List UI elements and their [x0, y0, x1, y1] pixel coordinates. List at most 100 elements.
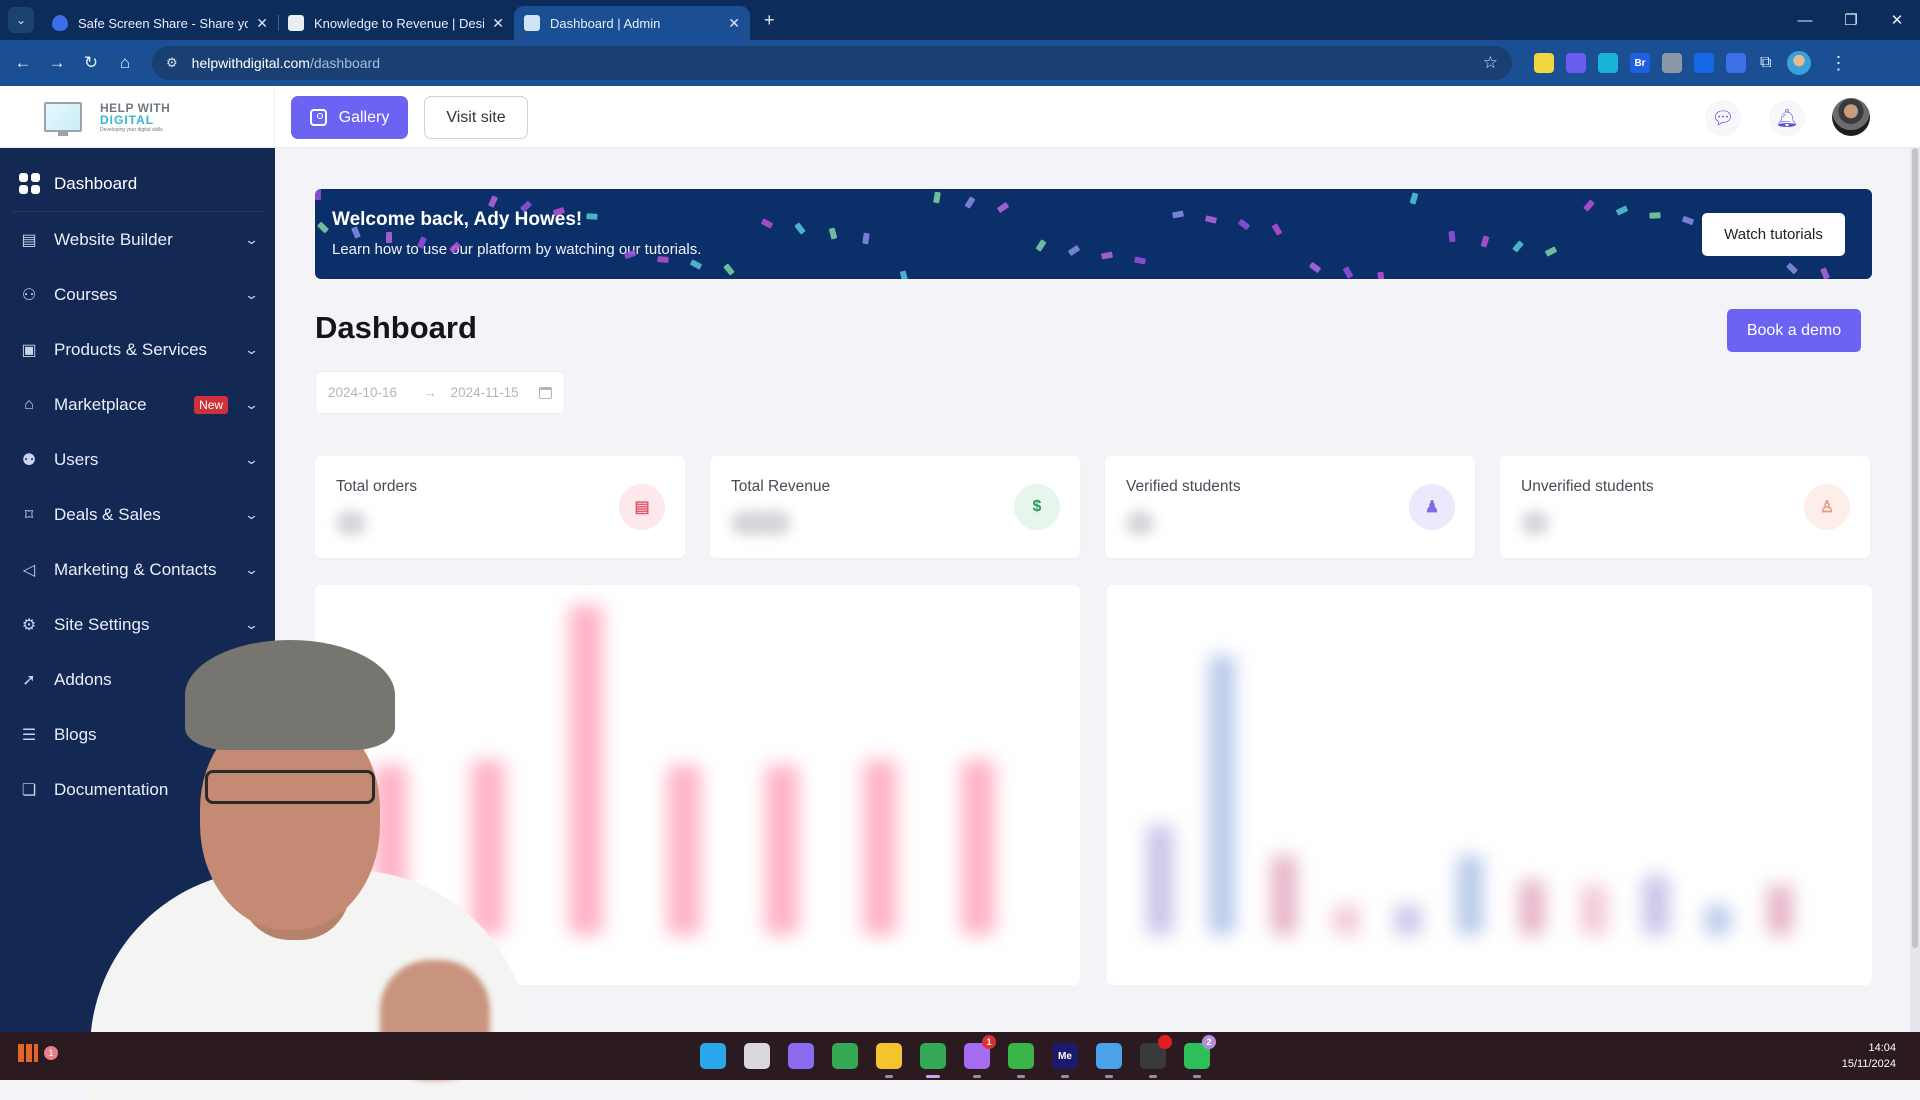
chevron-down-icon[interactable]: ⌄: [244, 397, 259, 413]
sidebar-item-blogs[interactable]: ☰ Blogs: [0, 707, 275, 762]
clock[interactable]: 14:04 15/11/2024: [1842, 1040, 1896, 1072]
forward-icon[interactable]: →: [40, 53, 74, 73]
book-demo-button[interactable]: Book a demo: [1727, 309, 1861, 352]
system-tray-left[interactable]: 1: [18, 1044, 58, 1062]
taskbar-copilot-icon[interactable]: [788, 1043, 814, 1069]
calendar-icon[interactable]: [539, 386, 552, 399]
flower-extension-icon[interactable]: [1566, 53, 1586, 73]
headset-extension-icon[interactable]: [1534, 53, 1554, 73]
camera-extension-icon[interactable]: [1662, 53, 1682, 73]
obscured-bar: [1209, 655, 1235, 935]
chevron-down-icon[interactable]: ⌄: [244, 232, 259, 248]
scrollbar-thumb[interactable]: [1912, 148, 1918, 948]
browser-profile-avatar[interactable]: [1787, 51, 1812, 75]
site-settings-icon[interactable]: ⚙: [166, 55, 178, 71]
droplet-extension-icon[interactable]: [1726, 53, 1746, 73]
chevron-down-icon[interactable]: ⌄: [244, 342, 259, 358]
browser-menu-icon[interactable]: ⋮: [1829, 53, 1847, 74]
dashboard-grid-icon: [18, 173, 40, 195]
new-tab-button[interactable]: +: [764, 10, 775, 31]
taskbar-camtasia-icon[interactable]: [1008, 1043, 1034, 1078]
window-controls: — ❐ ✕: [1782, 0, 1920, 40]
sidebar-item-deals-sales[interactable]: ⌑ Deals & Sales ⌄: [0, 487, 275, 542]
sidebar-item-addons[interactable]: ➚ Addons: [0, 652, 275, 707]
taskbar-whatsapp-icon[interactable]: 2: [1184, 1035, 1216, 1078]
taskbar-chrome-icon[interactable]: [832, 1043, 858, 1069]
taskbar-chrome-active-icon[interactable]: [920, 1043, 946, 1078]
tab-title: Safe Screen Share - Share your: [78, 15, 249, 31]
bookmark-star-icon[interactable]: ☆: [1483, 53, 1498, 73]
gallery-button[interactable]: Gallery: [291, 96, 408, 139]
obscured-bar: [961, 760, 995, 935]
sidebar-item-documentation[interactable]: ❏ Documentation: [0, 762, 275, 817]
taskbar-media-encoder-icon[interactable]: Me: [1052, 1043, 1078, 1078]
taskbar-app-with-badge-icon[interactable]: 1: [964, 1035, 996, 1078]
notification-bell-icon[interactable]: 🔔︎: [1769, 100, 1805, 136]
restore-icon[interactable]: ❐: [1828, 0, 1874, 40]
confetti-piece: [828, 227, 838, 240]
sidebar-item-website-builder[interactable]: ▤ Website Builder ⌄: [0, 212, 275, 267]
close-tab-icon[interactable]: ✕: [256, 15, 268, 32]
taskbar-obs-icon[interactable]: [1140, 1035, 1172, 1078]
logo-tagline: Developing your digital skills: [100, 126, 163, 133]
taskbar-task-view-icon[interactable]: [744, 1043, 770, 1069]
stat-card-unverified-students: Unverified students ♙: [1500, 456, 1870, 558]
back-icon[interactable]: ←: [6, 53, 40, 73]
obscured-bar: [471, 760, 505, 935]
start-date[interactable]: 2024-10-16: [328, 385, 397, 400]
confetti-piece: [1512, 240, 1524, 253]
sidebar-item-dashboard[interactable]: Dashboard: [0, 156, 275, 211]
page-scrollbar[interactable]: [1910, 148, 1920, 1032]
end-date[interactable]: 2024-11-15: [451, 385, 519, 400]
sidebar-item-marketplace[interactable]: ⌂ Marketplace New ⌄: [0, 377, 275, 432]
date-range-picker[interactable]: 2024-10-16 → 2024-11-15: [315, 371, 565, 414]
stat-card-total-orders: Total orders ▤: [315, 456, 685, 558]
chevron-down-icon[interactable]: ⌄: [244, 452, 259, 468]
obscured-bar: [1457, 855, 1483, 935]
confetti-piece: [1409, 192, 1419, 205]
flag-extension-icon[interactable]: [1598, 53, 1618, 73]
sidebar-item-site-settings[interactable]: ⚙ Site Settings ⌄: [0, 597, 275, 652]
tab-search-button[interactable]: ⌄: [8, 7, 34, 33]
chevron-down-icon[interactable]: ⌄: [244, 562, 259, 578]
home-icon[interactable]: ⌂: [108, 53, 142, 73]
taskbar-file-explorer-icon[interactable]: [876, 1043, 902, 1078]
url-text[interactable]: helpwithdigital.com/dashboard: [192, 55, 1483, 71]
logo-line-2: DIGITAL: [100, 112, 155, 127]
close-tab-icon[interactable]: ✕: [728, 15, 740, 32]
stat-value-obscured: [336, 511, 366, 535]
user-avatar[interactable]: [1832, 98, 1870, 136]
confetti-piece: [1133, 256, 1147, 265]
sidebar-item-products-services[interactable]: ▣ Products & Services ⌄: [0, 322, 275, 377]
close-window-icon[interactable]: ✕: [1874, 0, 1920, 40]
refresh-extension-icon[interactable]: [1694, 53, 1714, 73]
chevron-down-icon[interactable]: ⌄: [244, 507, 259, 523]
chevron-down-icon[interactable]: ⌄: [244, 617, 259, 633]
browser-tab[interactable]: Safe Screen Share - Share your ✕: [42, 6, 278, 40]
sidebar-item-marketing-contacts[interactable]: ◁ Marketing & Contacts ⌄: [0, 542, 275, 597]
sidebar-item-users[interactable]: ⚉ Users ⌄: [0, 432, 275, 487]
address-bar[interactable]: ⚙ helpwithdigital.com/dashboard ☆: [152, 46, 1512, 80]
br-extension-icon[interactable]: Br: [1630, 53, 1650, 73]
obscured-bar: [1581, 885, 1607, 935]
confetti-piece: [1448, 230, 1456, 243]
close-tab-icon[interactable]: ✕: [492, 15, 504, 32]
taskbar-notepad-icon[interactable]: [1096, 1043, 1122, 1078]
confetti-piece: [1035, 239, 1047, 252]
browser-tab-active[interactable]: Dashboard | Admin ✕: [514, 6, 750, 40]
browser-tab[interactable]: Knowledge to Revenue | Design ✕: [278, 6, 514, 40]
gallery-label: Gallery: [338, 108, 390, 126]
chat-icon[interactable]: 💬︎: [1705, 100, 1741, 136]
chevron-down-icon[interactable]: ⌄: [244, 287, 259, 303]
taskbar-windows-start-icon[interactable]: [700, 1043, 726, 1069]
visit-site-button[interactable]: Visit site: [424, 96, 528, 139]
confetti-piece: [723, 263, 735, 276]
brand-logo[interactable]: HELP WITH DIGITAL Developing your digita…: [0, 86, 275, 148]
running-indicator: [1061, 1075, 1069, 1078]
minimize-icon[interactable]: —: [1782, 0, 1828, 40]
watch-tutorials-button[interactable]: Watch tutorials: [1702, 213, 1845, 256]
reload-icon[interactable]: ↻: [74, 53, 108, 73]
sidebar-item-label: Site Settings: [54, 614, 150, 634]
extensions-puzzle-icon[interactable]: ⧉: [1760, 54, 1771, 72]
sidebar-item-courses[interactable]: ⚇ Courses ⌄: [0, 267, 275, 322]
